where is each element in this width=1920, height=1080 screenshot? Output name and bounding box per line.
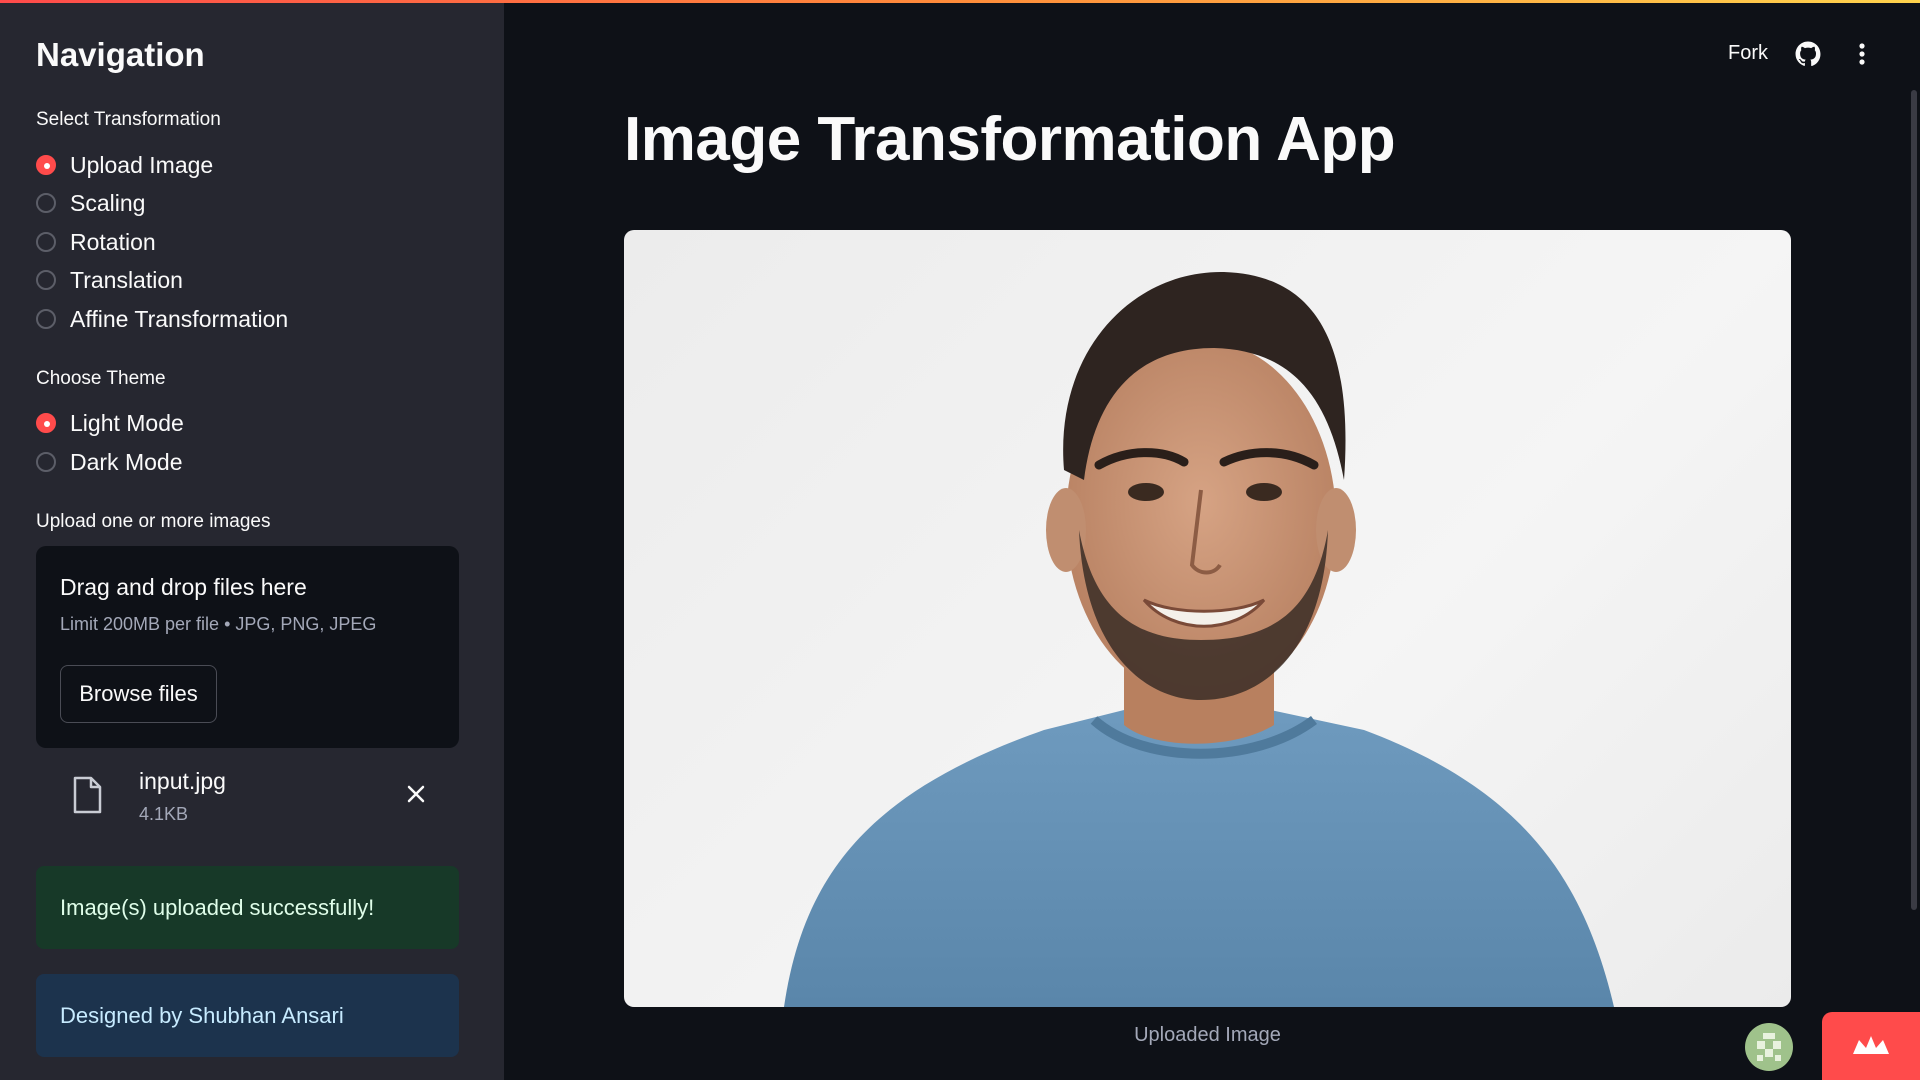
crown-icon — [1853, 1036, 1889, 1054]
radio-unselected-icon — [36, 193, 56, 213]
file-size: 4.1KB — [139, 804, 189, 824]
radio-label: Rotation — [70, 228, 156, 255]
browse-files-button[interactable]: Browse files — [60, 665, 217, 723]
transformation-label: Select Transformation — [36, 109, 221, 130]
radio-label: Translation — [70, 266, 183, 293]
avatar-icon — [1757, 1033, 1781, 1061]
radio-unselected-icon — [36, 232, 56, 252]
radio-scaling[interactable]: Scaling — [36, 186, 145, 220]
radio-translation[interactable]: Translation — [36, 263, 183, 297]
close-icon — [407, 785, 425, 803]
github-icon[interactable] — [1795, 41, 1821, 67]
sidebar-title: Navigation — [36, 36, 205, 73]
radio-upload-image[interactable]: Upload Image — [36, 148, 213, 182]
uploaded-file-item: input.jpg 4.1KB — [36, 758, 459, 834]
sidebar: Navigation Select Transformation Upload … — [0, 0, 504, 1080]
avatar[interactable] — [1745, 1023, 1793, 1071]
dropzone-subtitle: Limit 200MB per file • JPG, PNG, JPEG — [60, 614, 377, 634]
radio-selected-icon — [36, 155, 56, 175]
radio-unselected-icon — [36, 452, 56, 472]
radio-rotation[interactable]: Rotation — [36, 225, 156, 259]
fork-link[interactable]: Fork — [1728, 42, 1768, 65]
radio-selected-icon — [36, 413, 56, 433]
file-dropzone[interactable]: Drag and drop files here Limit 200MB per… — [36, 546, 459, 748]
info-alert: Designed by Shubhan Ansari — [36, 974, 459, 1057]
page-title: Image Transformation App — [624, 105, 1396, 174]
radio-label: Light Mode — [70, 409, 184, 436]
dropzone-title: Drag and drop files here — [60, 574, 307, 600]
upload-label: Upload one or more images — [36, 511, 271, 532]
uploaded-image — [624, 230, 1791, 1007]
file-name: input.jpg — [139, 768, 226, 794]
radio-dark-mode[interactable]: Dark Mode — [36, 445, 182, 479]
file-icon — [73, 776, 102, 814]
kebab-menu-icon[interactable] — [1850, 40, 1874, 68]
radio-label: Affine Transformation — [70, 305, 289, 332]
theme-label: Choose Theme — [36, 368, 166, 389]
streamlit-badge[interactable] — [1822, 1012, 1920, 1080]
radio-light-mode[interactable]: Light Mode — [36, 406, 184, 440]
remove-file-button[interactable] — [402, 780, 430, 808]
radio-label: Dark Mode — [70, 448, 183, 475]
image-caption: Uploaded Image — [1134, 1024, 1281, 1046]
radio-unselected-icon — [36, 309, 56, 329]
radio-label: Upload Image — [70, 151, 214, 178]
radio-affine-transformation[interactable]: Affine Transformation — [36, 302, 288, 336]
scrollbar[interactable] — [1911, 90, 1917, 910]
top-decoration-bar — [0, 0, 1920, 3]
radio-unselected-icon — [36, 270, 56, 290]
portrait-photo — [784, 271, 1614, 1007]
success-alert: Image(s) uploaded successfully! — [36, 866, 459, 949]
radio-label: Scaling — [70, 189, 146, 216]
